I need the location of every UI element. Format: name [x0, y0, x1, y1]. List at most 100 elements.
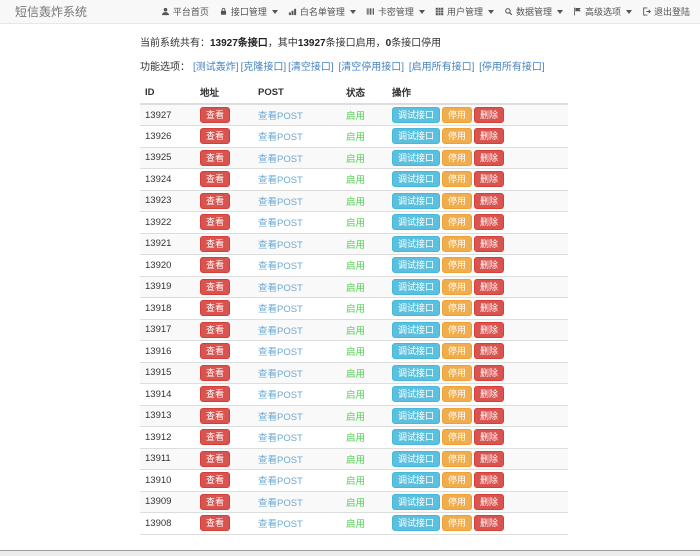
disable-all-api-link[interactable]: [停用所有接口] — [479, 62, 545, 73]
disable-api-button[interactable]: 停用 — [442, 494, 472, 510]
view-post-link[interactable]: 查看POST — [258, 412, 303, 423]
delete-api-button[interactable]: 删除 — [474, 322, 504, 338]
view-address-button[interactable]: 查看 — [200, 300, 230, 316]
delete-api-button[interactable]: 删除 — [474, 472, 504, 488]
delete-api-button[interactable]: 删除 — [474, 171, 504, 187]
nav-item-logout[interactable]: 退出登陆 — [642, 5, 690, 18]
view-post-link[interactable]: 查看POST — [258, 326, 303, 337]
view-address-button[interactable]: 查看 — [200, 128, 230, 144]
delete-api-button[interactable]: 删除 — [474, 300, 504, 316]
view-address-button[interactable]: 查看 — [200, 494, 230, 510]
disable-api-button[interactable]: 停用 — [442, 214, 472, 230]
delete-api-button[interactable]: 删除 — [474, 107, 504, 123]
disable-api-button[interactable]: 停用 — [442, 408, 472, 424]
view-address-button[interactable]: 查看 — [200, 408, 230, 424]
delete-api-button[interactable]: 删除 — [474, 257, 504, 273]
enable-all-api-link[interactable]: [启用所有接口] — [409, 62, 475, 73]
test-bomb-link[interactable]: [测试轰炸] — [193, 62, 239, 73]
view-address-button[interactable]: 查看 — [200, 257, 230, 273]
view-post-link[interactable]: 查看POST — [258, 304, 303, 315]
nav-item-whitelist-management[interactable]: 白名单管理 — [288, 5, 356, 18]
nav-item-card-key-management[interactable]: 卡密管理 — [366, 5, 425, 18]
disable-api-button[interactable]: 停用 — [442, 429, 472, 445]
view-post-link[interactable]: 查看POST — [258, 154, 303, 165]
delete-api-button[interactable]: 删除 — [474, 408, 504, 424]
disable-api-button[interactable]: 停用 — [442, 257, 472, 273]
disable-api-button[interactable]: 停用 — [442, 300, 472, 316]
view-post-link[interactable]: 查看POST — [258, 261, 303, 272]
debug-api-button[interactable]: 调试接口 — [392, 365, 440, 381]
disable-api-button[interactable]: 停用 — [442, 322, 472, 338]
view-post-link[interactable]: 查看POST — [258, 240, 303, 251]
debug-api-button[interactable]: 调试接口 — [392, 128, 440, 144]
view-address-button[interactable]: 查看 — [200, 386, 230, 402]
delete-api-button[interactable]: 删除 — [474, 494, 504, 510]
disable-api-button[interactable]: 停用 — [442, 107, 472, 123]
debug-api-button[interactable]: 调试接口 — [392, 408, 440, 424]
view-address-button[interactable]: 查看 — [200, 279, 230, 295]
view-address-button[interactable]: 查看 — [200, 515, 230, 531]
view-post-link[interactable]: 查看POST — [258, 283, 303, 294]
view-post-link[interactable]: 查看POST — [258, 369, 303, 380]
clear-api-link[interactable]: [清空接口] — [288, 62, 334, 73]
disable-api-button[interactable]: 停用 — [442, 150, 472, 166]
delete-api-button[interactable]: 删除 — [474, 365, 504, 381]
nav-item-api-management[interactable]: 接口管理 — [219, 5, 278, 18]
view-address-button[interactable]: 查看 — [200, 171, 230, 187]
debug-api-button[interactable]: 调试接口 — [392, 386, 440, 402]
nav-item-data-management[interactable]: 数据管理 — [504, 5, 563, 18]
delete-api-button[interactable]: 删除 — [474, 515, 504, 531]
view-address-button[interactable]: 查看 — [200, 343, 230, 359]
disable-api-button[interactable]: 停用 — [442, 386, 472, 402]
view-post-link[interactable]: 查看POST — [258, 111, 303, 122]
view-post-link[interactable]: 查看POST — [258, 347, 303, 358]
disable-api-button[interactable]: 停用 — [442, 343, 472, 359]
disable-api-button[interactable]: 停用 — [442, 128, 472, 144]
view-post-link[interactable]: 查看POST — [258, 498, 303, 509]
view-address-button[interactable]: 查看 — [200, 472, 230, 488]
disable-api-button[interactable]: 停用 — [442, 515, 472, 531]
view-address-button[interactable]: 查看 — [200, 193, 230, 209]
debug-api-button[interactable]: 调试接口 — [392, 300, 440, 316]
view-post-link[interactable]: 查看POST — [258, 476, 303, 487]
delete-api-button[interactable]: 删除 — [474, 279, 504, 295]
debug-api-button[interactable]: 调试接口 — [392, 451, 440, 467]
debug-api-button[interactable]: 调试接口 — [392, 171, 440, 187]
view-post-link[interactable]: 查看POST — [258, 132, 303, 143]
disable-api-button[interactable]: 停用 — [442, 279, 472, 295]
delete-api-button[interactable]: 删除 — [474, 343, 504, 359]
view-post-link[interactable]: 查看POST — [258, 519, 303, 530]
debug-api-button[interactable]: 调试接口 — [392, 515, 440, 531]
delete-api-button[interactable]: 删除 — [474, 429, 504, 445]
debug-api-button[interactable]: 调试接口 — [392, 214, 440, 230]
delete-api-button[interactable]: 删除 — [474, 128, 504, 144]
debug-api-button[interactable]: 调试接口 — [392, 494, 440, 510]
nav-item-advanced-options[interactable]: 高级选项 — [573, 5, 632, 18]
view-post-link[interactable]: 查看POST — [258, 455, 303, 466]
disable-api-button[interactable]: 停用 — [442, 472, 472, 488]
debug-api-button[interactable]: 调试接口 — [392, 107, 440, 123]
nav-item-user-management[interactable]: 用户管理 — [435, 5, 494, 18]
view-post-link[interactable]: 查看POST — [258, 433, 303, 444]
view-address-button[interactable]: 查看 — [200, 107, 230, 123]
debug-api-button[interactable]: 调试接口 — [392, 343, 440, 359]
clone-api-link[interactable]: [克隆接口] — [241, 62, 287, 73]
delete-api-button[interactable]: 删除 — [474, 386, 504, 402]
debug-api-button[interactable]: 调试接口 — [392, 429, 440, 445]
view-post-link[interactable]: 查看POST — [258, 390, 303, 401]
view-post-link[interactable]: 查看POST — [258, 197, 303, 208]
debug-api-button[interactable]: 调试接口 — [392, 236, 440, 252]
delete-api-button[interactable]: 删除 — [474, 236, 504, 252]
view-address-button[interactable]: 查看 — [200, 451, 230, 467]
debug-api-button[interactable]: 调试接口 — [392, 193, 440, 209]
view-address-button[interactable]: 查看 — [200, 214, 230, 230]
disable-api-button[interactable]: 停用 — [442, 451, 472, 467]
debug-api-button[interactable]: 调试接口 — [392, 472, 440, 488]
delete-api-button[interactable]: 删除 — [474, 150, 504, 166]
disable-api-button[interactable]: 停用 — [442, 171, 472, 187]
clear-disabled-api-link[interactable]: [清空停用接口] — [338, 62, 404, 73]
debug-api-button[interactable]: 调试接口 — [392, 279, 440, 295]
view-post-link[interactable]: 查看POST — [258, 175, 303, 186]
debug-api-button[interactable]: 调试接口 — [392, 322, 440, 338]
delete-api-button[interactable]: 删除 — [474, 214, 504, 230]
